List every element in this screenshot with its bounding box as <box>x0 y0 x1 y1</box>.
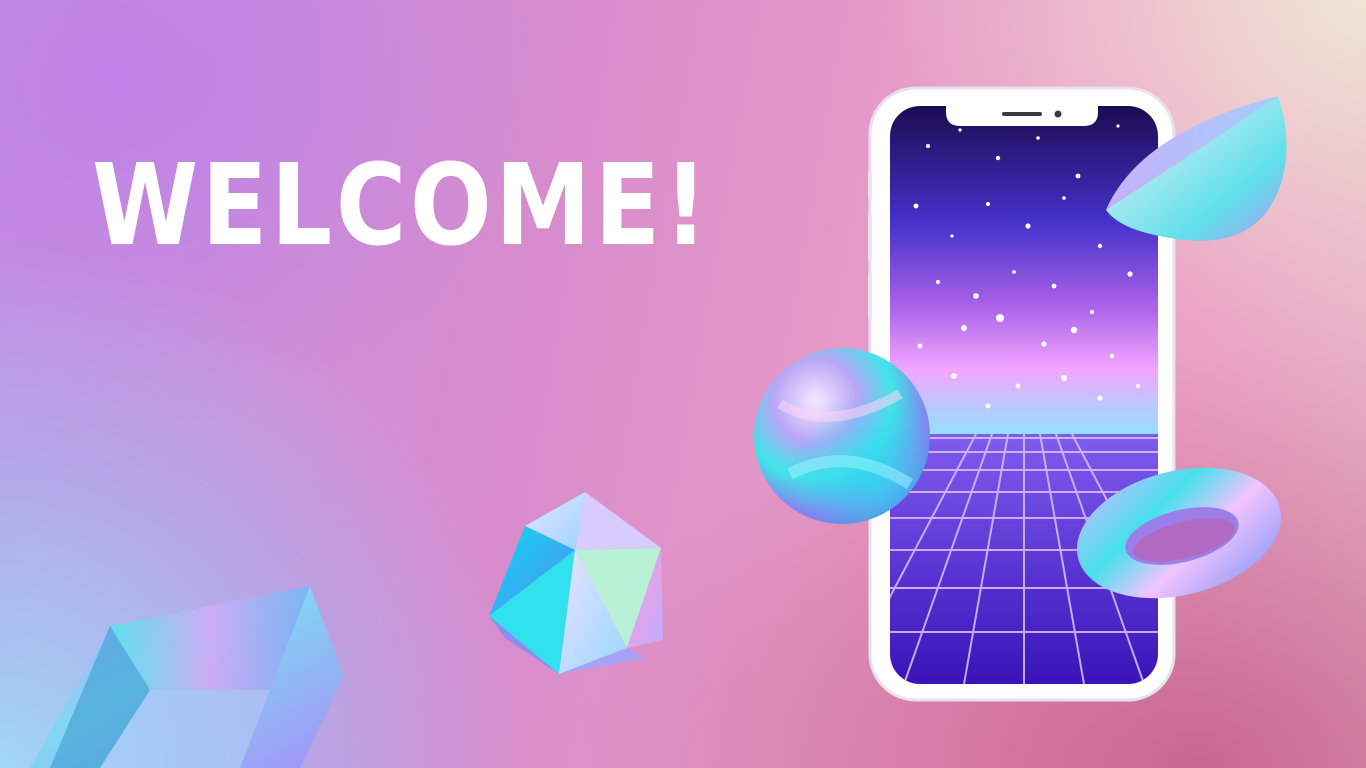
welcome-headline: WELCOME! <box>92 141 712 271</box>
sphere-shape <box>754 348 930 524</box>
icosahedron-shape <box>489 492 663 674</box>
hemisphere-shape <box>1106 96 1287 241</box>
torus-shape <box>1076 467 1282 599</box>
frame-shape <box>30 586 344 768</box>
